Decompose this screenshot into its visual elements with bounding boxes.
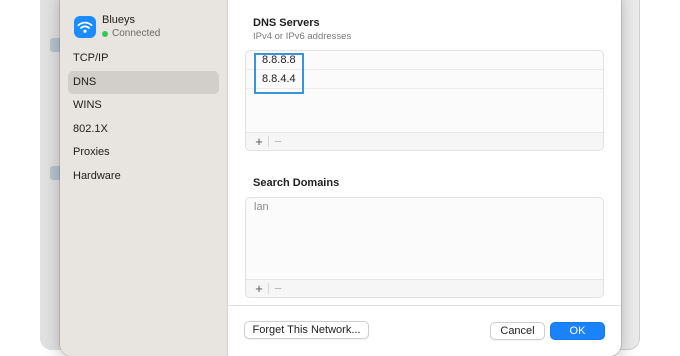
remove-search-domain-button[interactable]: − (269, 281, 287, 297)
sidebar-item-dns[interactable]: DNS (68, 70, 219, 94)
add-dns-server-button[interactable]: + (250, 134, 268, 150)
ok-button[interactable]: OK (550, 322, 605, 340)
dns-server-entry[interactable]: 8.8.8.8 (246, 51, 603, 70)
search-domain-placeholder[interactable]: lan (246, 198, 603, 217)
search-domains-list-footer: + − (246, 279, 603, 297)
network-status-label: Connected (112, 28, 161, 39)
network-details-sheet: Blueys Connected TCP/IP DNS WINS 802.1X … (60, 0, 621, 356)
main-panel: DNS Servers IPv4 or IPv6 addresses 8.8.8… (228, 0, 621, 356)
search-domains-title: Search Domains (253, 177, 340, 189)
dns-server-entry[interactable]: 8.8.4.4 (246, 70, 603, 89)
dns-servers-title: DNS Servers (253, 17, 320, 29)
dns-servers-subtitle: IPv4 or IPv6 addresses (253, 31, 352, 42)
sidebar: Blueys Connected TCP/IP DNS WINS 802.1X … (60, 0, 228, 356)
add-search-domain-button[interactable]: + (250, 281, 268, 297)
network-name: Blueys (102, 14, 136, 26)
cancel-button[interactable]: Cancel (490, 322, 545, 340)
search-domains-list[interactable]: lan + − (245, 197, 604, 298)
dns-servers-list-footer: + − (246, 132, 603, 150)
network-status: Connected (102, 27, 160, 40)
network-header: Blueys Connected (74, 14, 160, 40)
footer-divider (228, 305, 621, 306)
status-dot-icon (102, 30, 108, 37)
forget-network-button[interactable]: Forget This Network... (244, 321, 369, 339)
sidebar-item-hardware[interactable]: Hardware (68, 165, 219, 189)
sidebar-item-proxies[interactable]: Proxies (68, 141, 219, 165)
sidebar-item-8021x[interactable]: 802.1X (68, 118, 219, 142)
sidebar-list: TCP/IP DNS WINS 802.1X Proxies Hardware (68, 47, 219, 188)
wifi-icon (74, 16, 96, 38)
sidebar-item-tcpip[interactable]: TCP/IP (68, 47, 219, 71)
dns-servers-list[interactable]: 8.8.8.8 8.8.4.4 + − (245, 50, 604, 151)
remove-dns-server-button[interactable]: − (269, 134, 287, 150)
sidebar-item-wins[interactable]: WINS (68, 94, 219, 118)
